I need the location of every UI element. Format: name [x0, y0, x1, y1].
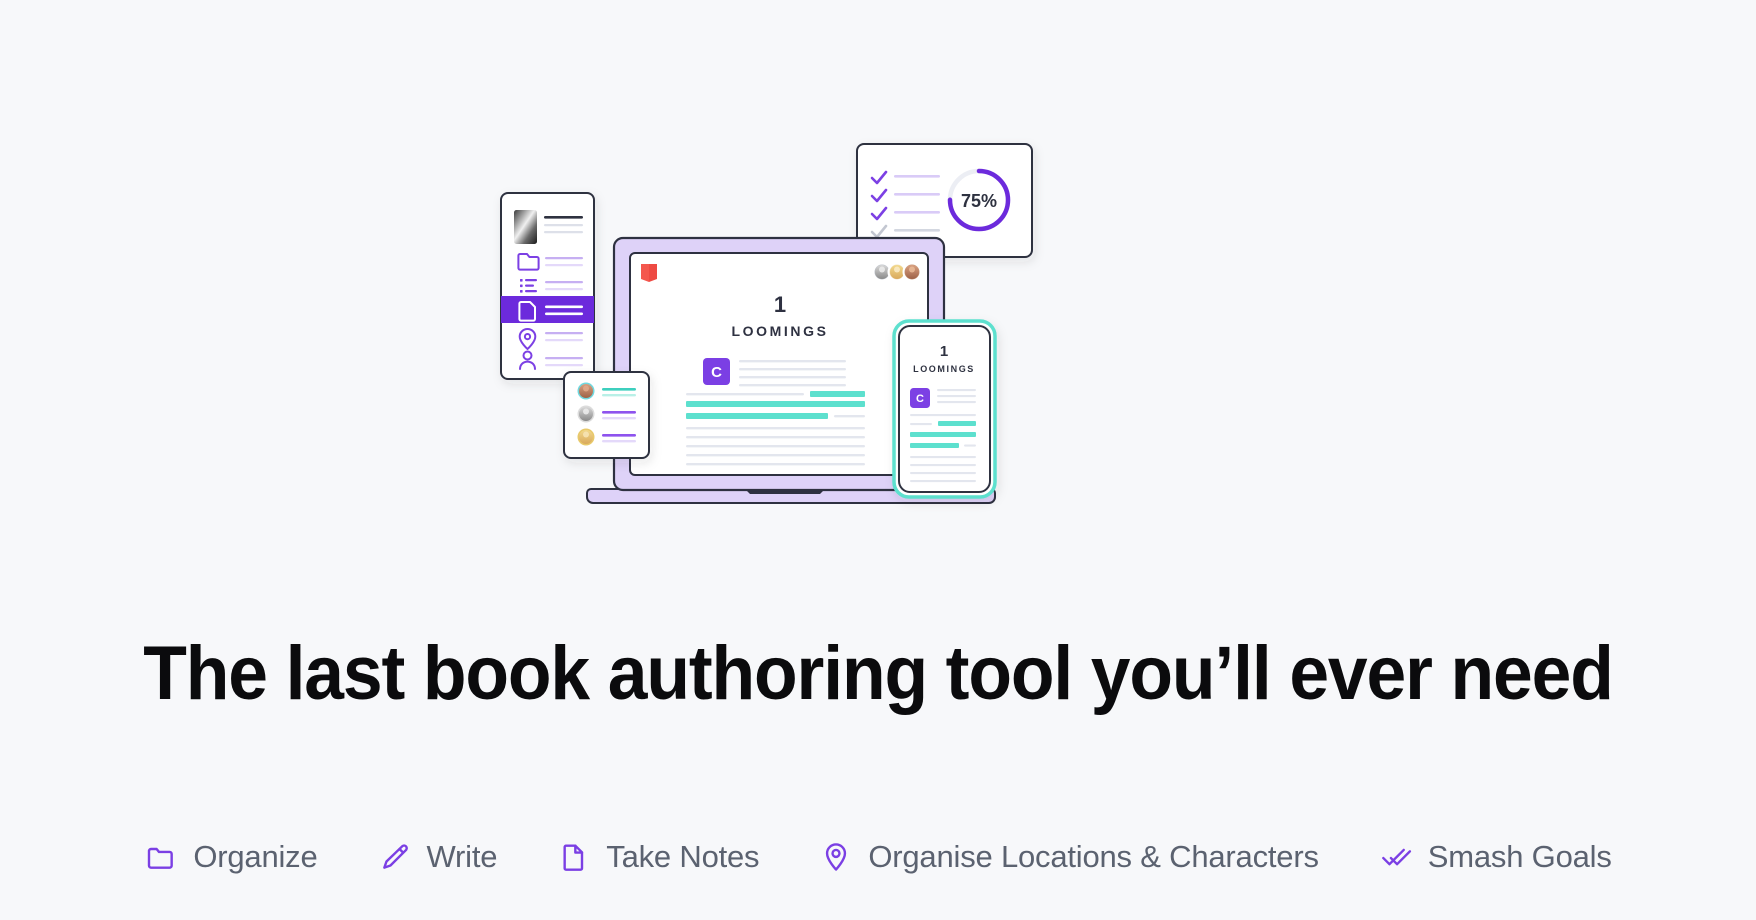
feature-label: Write — [426, 839, 498, 874]
feature-item-take-notes[interactable]: Take Notes — [557, 838, 760, 876]
laptop-chapter-title: LOOMINGS — [731, 323, 828, 339]
avatar — [902, 262, 922, 282]
progress-percent-label: 75% — [961, 191, 997, 211]
feature-item-organize[interactable]: Organize — [144, 838, 318, 876]
folder-icon — [144, 840, 178, 874]
sidebar-item-document-active — [501, 296, 594, 323]
double-check-icon — [1379, 840, 1413, 874]
feature-item-write[interactable]: Write — [378, 838, 498, 876]
feature-label: Take Notes — [606, 839, 760, 874]
phone-chapter-title: LOOMINGS — [913, 364, 975, 374]
laptop-screen — [629, 252, 929, 476]
feature-item-smash-goals[interactable]: Smash Goals — [1379, 838, 1612, 876]
phone-chapter-number: 1 — [940, 343, 948, 360]
feature-label: Organize — [193, 839, 318, 874]
laptop-chapter-number: 1 — [774, 292, 786, 317]
phone-dropcap: C — [916, 393, 924, 405]
editor-avatars — [872, 262, 922, 282]
phone-device: 1 LOOMINGS C — [892, 319, 997, 499]
pencil-icon — [378, 840, 412, 874]
navigation-sidebar-card — [500, 192, 595, 380]
feature-item-locations-characters[interactable]: Organise Locations & Characters — [819, 838, 1319, 876]
feature-label: Smash Goals — [1427, 839, 1612, 874]
page-headline: The last book authoring tool you’ll ever… — [143, 631, 1614, 716]
document-icon — [557, 840, 591, 874]
location-pin-icon — [819, 840, 853, 874]
hero-illustration: 75% 1 LOOMINGS C 1 LOOMINGS C — [0, 0, 1756, 560]
feature-label: Organise Locations & Characters — [868, 839, 1319, 874]
book-cover-thumbnail — [514, 210, 537, 244]
laptop-dropcap: C — [711, 364, 722, 381]
feature-bar: Organize Write Take Notes Organise Locat… — [0, 838, 1756, 876]
book-icon — [641, 264, 657, 282]
hero-page: 75% 1 LOOMINGS C 1 LOOMINGS C The last b… — [0, 0, 1756, 920]
collaborators-card — [563, 371, 650, 459]
